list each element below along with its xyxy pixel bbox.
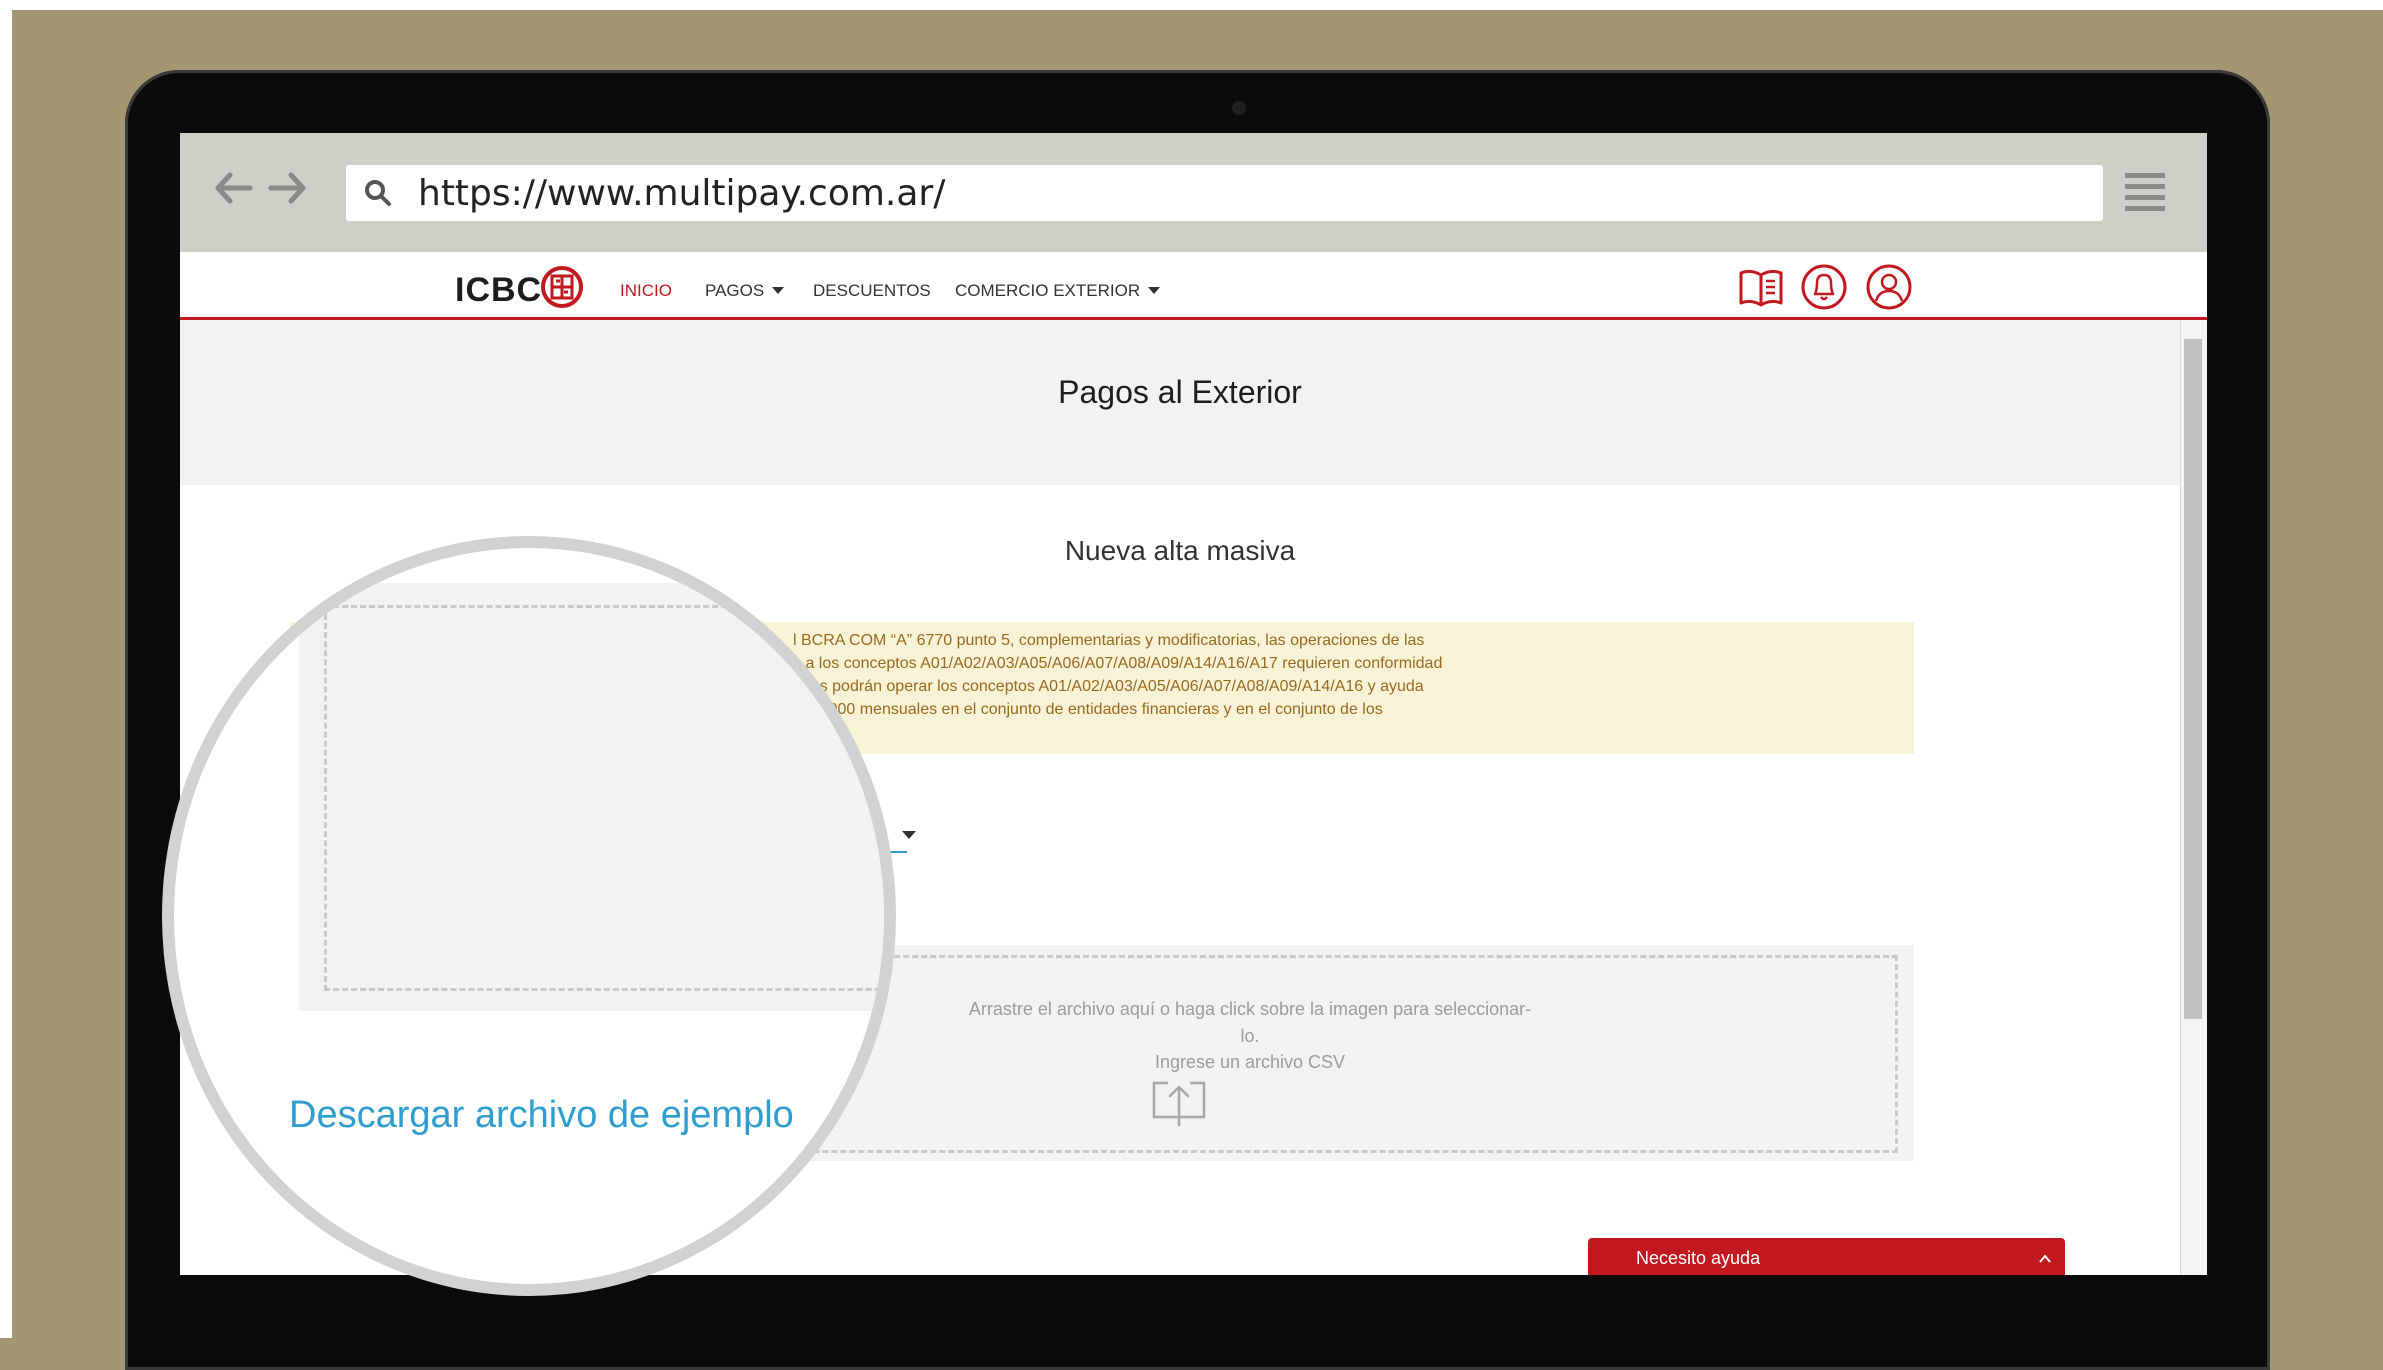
browser-menu-icon[interactable] xyxy=(2125,173,2165,211)
stage-left xyxy=(0,0,12,1338)
page-title: Pagos al Exterior xyxy=(1058,374,1302,410)
nav-comercio-exterior[interactable]: COMERCIO EXTERIOR xyxy=(955,281,1161,301)
chevron-down-icon xyxy=(1148,287,1161,294)
search-icon xyxy=(365,180,391,206)
scrollbar-thumb[interactable] xyxy=(2184,339,2202,1019)
nav-inicio[interactable]: INICIO xyxy=(620,281,672,301)
nav-pagos[interactable]: PAGOS xyxy=(705,281,785,301)
warning-line: l BCRA COM “A” 6770 punto 5, complementa… xyxy=(793,632,1425,649)
user-avatar-icon[interactable] xyxy=(1865,263,1913,311)
magnifier-lens: Descargar archivo de ejemplo xyxy=(162,536,896,1296)
forward-arrow-icon[interactable] xyxy=(265,163,311,213)
icbc-emblem-icon xyxy=(541,266,583,308)
logo-text: ICBC xyxy=(455,271,543,309)
stage-top xyxy=(0,0,2383,10)
drop-instruction-continued: lo. xyxy=(1240,1026,1260,1046)
camera xyxy=(1232,101,1246,115)
chevron-down-icon[interactable] xyxy=(902,831,916,839)
drop-instruction: Arrastre el archivo aquí o haga click so… xyxy=(968,999,1532,1019)
chevron-down-icon xyxy=(772,287,785,294)
file-type-hint: Ingrese un archivo CSV xyxy=(1154,1052,1346,1072)
address-bar[interactable]: https://www.multipay.com.ar/ xyxy=(346,165,2103,221)
magnified-drop-zone xyxy=(299,583,884,1011)
url-text: https://www.multipay.com.ar/ xyxy=(418,173,946,214)
help-label: Necesito ayuda xyxy=(1636,1248,1761,1268)
site-header: ICBC INICIO PAGOS DESCUENTOS COMERCIO EX… xyxy=(180,255,2207,320)
warning-line: s a los conceptos A01/A02/A03/A05/A06/A0… xyxy=(793,655,1443,672)
back-arrow-icon[interactable] xyxy=(210,163,256,213)
nav-pagos-label: PAGOS xyxy=(705,281,765,300)
help-bar[interactable]: Necesito ayuda xyxy=(1588,1238,2065,1275)
magnified-drop-border xyxy=(324,605,884,991)
browser-chrome: https://www.multipay.com.ar/ xyxy=(180,133,2207,252)
nav-comercio-exterior-label: COMERCIO EXTERIOR xyxy=(955,281,1141,300)
nav-descuentos[interactable]: DESCUENTOS xyxy=(813,281,931,301)
book-icon[interactable] xyxy=(1737,263,1785,311)
bell-icon[interactable] xyxy=(1800,263,1848,311)
title-band: Pagos al Exterior xyxy=(180,320,2180,485)
warning-line: anas podrán operar los conceptos A01/A02… xyxy=(793,678,1424,695)
upload-icon[interactable] xyxy=(1150,1071,1208,1127)
download-sample-link[interactable]: Descargar archivo de ejemplo xyxy=(289,1094,794,1137)
chevron-up-icon xyxy=(2039,1254,2051,1263)
